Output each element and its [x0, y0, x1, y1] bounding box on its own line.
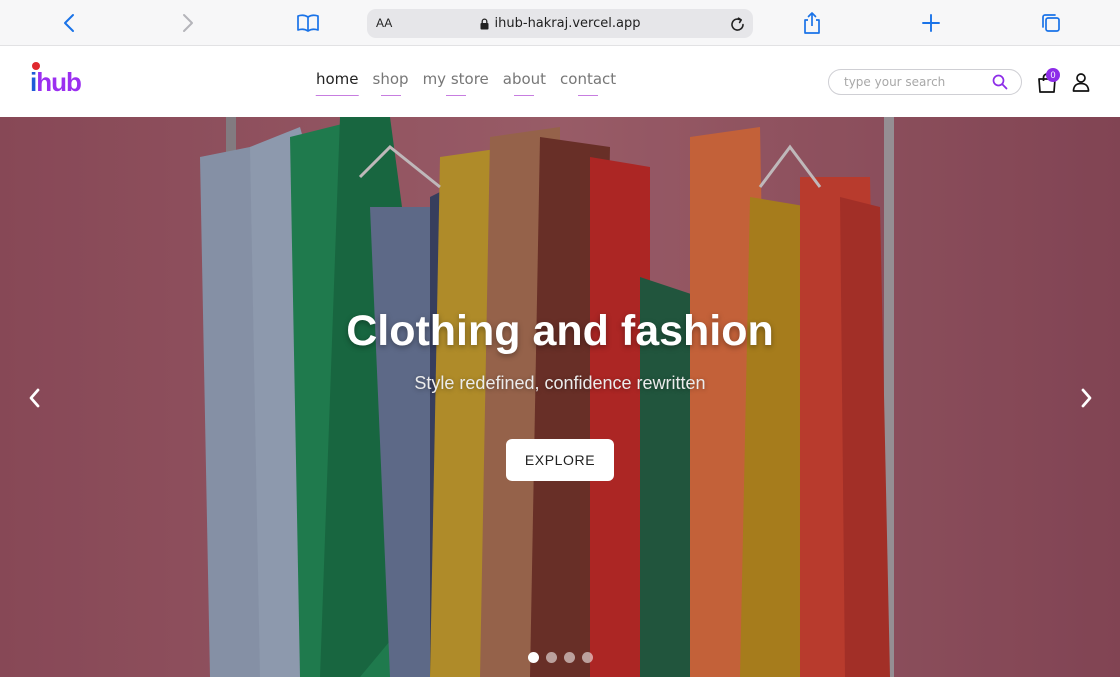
- nav-home-label: home: [316, 70, 359, 88]
- reload-button[interactable]: [725, 12, 749, 36]
- nav-underline: [380, 95, 401, 96]
- url-text: ihub-hakraj.vercel.app: [494, 16, 641, 31]
- page-bottom: [0, 677, 1120, 700]
- nav-my-store-label: my store: [422, 70, 489, 88]
- chevron-right-icon: [183, 14, 193, 32]
- main-nav: home shop my store about contact: [316, 70, 616, 96]
- hero-carousel: Clothing and fashion Style redefined, co…: [0, 117, 1120, 677]
- chevron-left-icon: [64, 14, 74, 32]
- carousel-dot-4[interactable]: [582, 652, 593, 663]
- tabs-icon: [1042, 14, 1060, 32]
- logo-text: ihub: [30, 67, 82, 97]
- explore-button[interactable]: EXPLORE: [506, 439, 614, 481]
- search-input[interactable]: [842, 72, 992, 92]
- url-display: ihub-hakraj.vercel.app: [367, 9, 753, 38]
- logo-part-hub: hub: [36, 67, 82, 97]
- chevron-right-icon: [1081, 388, 1092, 408]
- nav-contact[interactable]: contact: [560, 70, 616, 96]
- cart-count-badge: 0: [1046, 68, 1060, 82]
- text-size-button[interactable]: AA: [376, 16, 393, 30]
- browser-toolbar: AA ihub-hakraj.vercel.app: [0, 0, 1120, 46]
- back-button[interactable]: [54, 8, 84, 38]
- forward-button[interactable]: [173, 8, 203, 38]
- nav-underline: [445, 95, 466, 96]
- carousel-dots: [528, 652, 593, 663]
- site-logo[interactable]: ihub: [30, 62, 82, 98]
- chevron-left-icon: [29, 388, 40, 408]
- carousel-next-button[interactable]: [1072, 383, 1102, 413]
- reader-button[interactable]: [293, 8, 323, 38]
- lock-icon: [480, 17, 489, 29]
- nav-underline: [514, 95, 535, 96]
- plus-icon: [922, 14, 940, 32]
- nav-home[interactable]: home: [316, 70, 359, 96]
- reload-icon: [730, 16, 744, 31]
- share-button[interactable]: [797, 8, 827, 38]
- nav-about[interactable]: about: [503, 70, 546, 96]
- new-tab-button[interactable]: [916, 8, 946, 38]
- share-icon: [804, 12, 820, 34]
- search-icon[interactable]: [992, 74, 1008, 90]
- search-box: [828, 69, 1022, 95]
- address-bar[interactable]: AA ihub-hakraj.vercel.app: [367, 9, 753, 38]
- nav-shop-label: shop: [372, 70, 409, 88]
- hero-subtitle: Style redefined, confidence rewritten: [414, 373, 706, 393]
- nav-shop[interactable]: shop: [373, 70, 409, 96]
- nav-about-label: about: [502, 70, 547, 88]
- carousel-dot-1[interactable]: [528, 652, 539, 663]
- nav-underline: [578, 95, 599, 96]
- nav-underline: [316, 95, 359, 96]
- site-header: ihub home shop my store about contact ty…: [0, 46, 1120, 117]
- carousel-dot-2[interactable]: [546, 652, 557, 663]
- hero-overlay: [0, 117, 1120, 677]
- tabs-button[interactable]: [1036, 8, 1066, 38]
- carousel-prev-button[interactable]: [19, 383, 49, 413]
- nav-contact-label: contact: [560, 70, 617, 88]
- carousel-dot-3[interactable]: [564, 652, 575, 663]
- hero-title: Clothing and fashion: [346, 307, 774, 355]
- book-icon: [297, 14, 319, 32]
- user-icon[interactable]: [1071, 72, 1091, 92]
- nav-my-store[interactable]: my store: [423, 70, 489, 96]
